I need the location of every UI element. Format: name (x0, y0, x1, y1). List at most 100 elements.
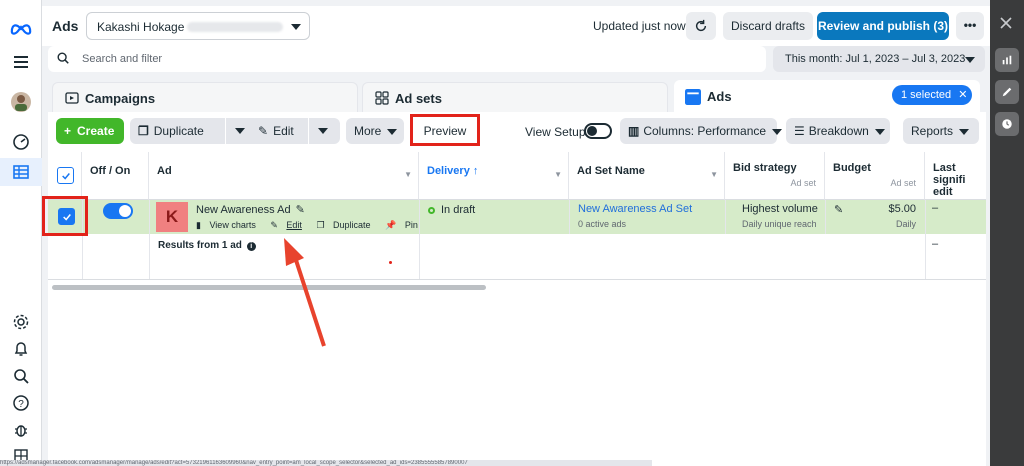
view-charts-link[interactable]: ▮ View charts (196, 220, 262, 230)
dashboard-icon[interactable] (0, 128, 42, 156)
discard-drafts-button[interactable]: Discard drafts (723, 12, 813, 40)
select-all-cell (48, 152, 82, 200)
rename-pencil-icon[interactable]: ✎ (296, 204, 305, 216)
left-nav: ? (0, 0, 42, 466)
search-input[interactable]: Search and filter (82, 53, 162, 65)
more-options-button[interactable]: ••• (956, 12, 984, 40)
sort-caret-icon: ▼ (554, 170, 562, 179)
selection-count-pill[interactable]: 1 selected ✕ (892, 85, 972, 105)
refresh-button[interactable] (686, 12, 716, 40)
chevron-down-icon (387, 128, 398, 135)
delivery-status: In draft (428, 204, 475, 216)
sort-caret-icon: ▼ (404, 170, 412, 179)
ad-header[interactable]: Ad ▼ (149, 152, 419, 200)
sort-caret-icon: ▼ (710, 170, 718, 179)
ad-set-name-header[interactable]: Ad Set Name ▼ (569, 152, 725, 200)
breakdown-icon: ☰ (794, 124, 805, 138)
columns-icon: ▥ (628, 124, 640, 138)
search-icon (56, 51, 70, 68)
delivery-header[interactable]: Delivery ↑ ▼ (419, 152, 569, 200)
tab-label: Ad sets (395, 91, 442, 106)
edit-panel-icon[interactable] (995, 80, 1019, 104)
menu-icon[interactable] (0, 48, 42, 76)
close-icon[interactable] (999, 16, 1013, 33)
bid-strategy-subheader: Ad set (790, 178, 816, 188)
folder-icon (65, 92, 79, 104)
edit-link[interactable]: ✎ Edit (270, 220, 308, 230)
profile-avatar[interactable] (0, 88, 42, 116)
off-on-header[interactable]: Off / On (82, 152, 149, 200)
notifications-bell-icon[interactable] (0, 335, 42, 363)
info-icon[interactable]: i (246, 242, 256, 251)
tab-label: Ads (707, 89, 732, 104)
columns-dropdown[interactable]: ▥ Columns: Performance (620, 118, 783, 144)
create-button[interactable]: + Create (56, 118, 124, 144)
ad-on-off-toggle[interactable] (103, 203, 133, 219)
updated-status: Updated just now (593, 19, 686, 33)
ads-table-panel: + Create ❐ Duplicate ✎ Edit More Preview Vi… (42, 112, 986, 466)
more-button[interactable]: More (346, 118, 404, 144)
view-setup-label: View Setup (525, 125, 586, 139)
ad-row-actions: ▮ View charts ✎ Edit ❐ Duplicate 📌 Pin (196, 220, 430, 231)
pin-icon: 📌 (385, 220, 397, 230)
chevron-down-icon (959, 128, 970, 135)
account-name: Kakashi Hokage (97, 20, 185, 34)
date-range-picker[interactable]: This month: Jul 1, 2023 – Jul 3, 2023 (773, 46, 985, 72)
budget-value: $5.00 (888, 203, 916, 215)
pencil-icon: ✎ (258, 124, 269, 138)
account-selector[interactable]: Kakashi Hokage (86, 12, 310, 40)
chevron-down-icon (318, 128, 328, 134)
bid-strategy-detail: Daily unique reach (742, 219, 817, 229)
ad-set-active-count: 0 active ads (578, 219, 627, 229)
pencil-icon: ✎ (270, 220, 278, 230)
chevron-down-icon (874, 128, 885, 135)
ad-set-name-link[interactable]: New Awareness Ad Set (578, 203, 692, 215)
preview-highlight-annotation (410, 114, 480, 146)
right-side-rail (990, 0, 1024, 466)
edit-button[interactable]: ✎ Edit (250, 118, 340, 144)
settings-icon[interactable] (0, 308, 42, 336)
budget-header[interactable]: Budget Ad set (825, 152, 925, 200)
budget-edit-pencil-icon[interactable]: ✎ (834, 203, 843, 216)
budget-subheader: Ad set (890, 178, 916, 188)
top-bar: Ads Kakashi Hokage Updated just now Disc… (42, 6, 990, 46)
bid-strategy-value: Highest volume (742, 203, 818, 215)
duplicate-button[interactable]: ❐ Duplicate (130, 118, 260, 144)
last-edit-value: – (932, 202, 939, 214)
chevron-down-icon (772, 128, 783, 135)
meta-logo-icon[interactable] (0, 14, 42, 42)
select-all-checkbox[interactable] (57, 167, 74, 184)
reports-dropdown[interactable]: Reports (903, 118, 979, 144)
chart-panel-icon[interactable] (995, 48, 1019, 72)
history-panel-icon[interactable] (995, 112, 1019, 136)
search-bar[interactable]: Search and filter (48, 46, 766, 72)
duplicate-icon: ❐ (316, 220, 325, 230)
ads-manager-icon[interactable] (0, 158, 42, 186)
results-last-edit: – (932, 238, 939, 250)
clear-selection-icon[interactable]: ✕ (958, 89, 967, 101)
review-and-publish-button[interactable]: Review and publish (3) (817, 12, 949, 40)
tab-ad-sets[interactable]: Ad sets (362, 82, 668, 112)
refresh-icon (695, 19, 707, 32)
duplicate-icon: ❐ (138, 124, 149, 138)
ad-name[interactable]: New Awareness Ad ✎ (196, 203, 305, 216)
view-setup-toggle[interactable] (584, 123, 612, 139)
bid-strategy-header[interactable]: Bid strategy Ad set (725, 152, 825, 200)
pin-link[interactable]: 📌 Pin (385, 220, 424, 230)
checkbox-highlight-annotation (42, 196, 88, 236)
breakdown-dropdown[interactable]: ☰ Breakdown (786, 118, 890, 144)
status-dot-icon (428, 206, 435, 214)
search-icon[interactable] (0, 362, 42, 390)
tab-campaigns[interactable]: Campaigns (52, 82, 358, 112)
bug-report-icon[interactable] (0, 416, 42, 444)
last-edit-header[interactable]: Last signifi edit (925, 152, 986, 200)
bar-chart-icon: ▮ (196, 220, 201, 230)
browser-status-url: https://adsmanager.facebook.com/adsmanag… (0, 460, 652, 466)
table-row[interactable] (48, 200, 986, 234)
duplicate-link[interactable]: ❐ Duplicate (316, 220, 376, 230)
svg-text:?: ? (18, 399, 24, 410)
annotation-arrow (284, 238, 326, 347)
ad-thumbnail[interactable]: K (156, 202, 188, 232)
help-icon[interactable]: ? (0, 389, 42, 417)
horizontal-scrollbar[interactable] (52, 285, 486, 290)
